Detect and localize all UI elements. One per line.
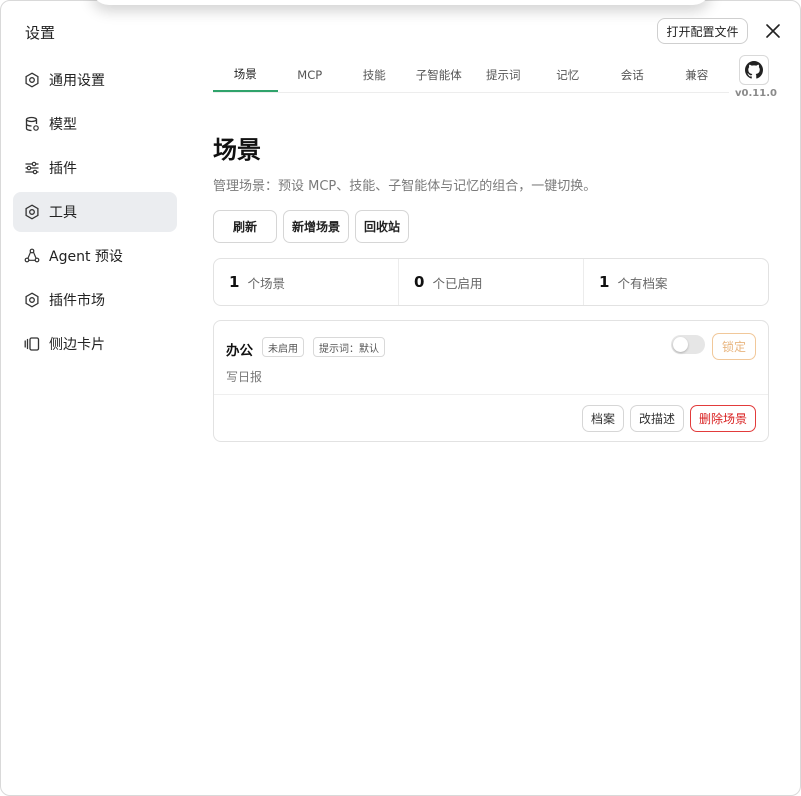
sliders-icon [24,160,40,176]
sidebar-item-label: Agent 预设 [49,249,123,265]
lock-button[interactable]: 锁定 [712,333,756,360]
sidebar-item-plugin-market[interactable]: 插件市场 [13,280,177,320]
status-badge: 未启用 [262,337,304,357]
window-title: 设置 [25,24,56,42]
gear-icon [24,204,40,220]
tab-mcp[interactable]: MCP [278,58,343,92]
refresh-button[interactable]: 刷新 [213,210,277,243]
tab-scenes[interactable]: 场景 [213,58,278,92]
add-scene-button[interactable]: 新增场景 [283,210,349,243]
sidebar-item-agent-preset[interactable]: Agent 预设 [13,236,177,276]
sidebar-item-models[interactable]: 模型 [13,104,177,144]
sidebar: 通用设置 模型 插件 工具 Agent 预设 插件市场 侧边卡片 [13,60,177,368]
agent-icon [24,248,40,264]
github-button[interactable] [739,55,769,85]
stat-label: 个已启用 [432,275,483,291]
tab-memory[interactable]: 记忆 [536,58,601,92]
scene-actions: 档案 改描述 删除场景 [581,405,756,432]
stat-value: 1 [229,273,240,291]
stat-archived: 1 个有档案 [584,259,768,305]
sidebar-item-side-cards[interactable]: 侧边卡片 [13,324,177,364]
tab-sessions[interactable]: 会话 [600,58,665,92]
toggle-knob [673,337,688,352]
stat-label: 个场景 [247,275,285,291]
page-description: 管理场景：预设 MCP、技能、子智能体与记忆的组合，一键切换。 [213,179,597,194]
stat-value: 1 [599,273,610,291]
tab-prompts[interactable]: 提示词 [471,58,536,92]
sidebar-item-label: 通用设置 [49,73,105,89]
scene-description: 写日报 [226,370,263,384]
stat-enabled: 0 个已启用 [399,259,584,305]
page-title: 场景 [213,136,261,164]
card-divider [214,394,768,395]
tab-subagents[interactable]: 子智能体 [407,58,472,92]
tab-skills[interactable]: 技能 [342,58,407,92]
gear-icon [24,292,40,308]
gear-icon [24,72,40,88]
archive-button[interactable]: 档案 [581,405,624,432]
scene-name: 办公 [226,343,253,359]
open-config-button[interactable]: 打开配置文件 [657,18,748,44]
stat-label: 个有档案 [617,275,668,291]
recycle-bin-button[interactable]: 回收站 [355,210,409,243]
delete-scene-button[interactable]: 删除场景 [689,405,756,432]
cards-icon [24,336,40,352]
window-top-shadow [91,0,711,5]
edit-description-button[interactable]: 改描述 [629,405,684,432]
sidebar-item-label: 插件 [49,161,77,177]
database-icon [24,116,40,132]
close-icon [766,24,780,38]
scene-enable-toggle[interactable] [671,335,705,354]
sidebar-item-plugins[interactable]: 插件 [13,148,177,188]
sidebar-item-label: 侧边卡片 [49,337,105,353]
sidebar-item-label: 工具 [49,205,77,221]
action-bar: 刷新 新增场景 回收站 [213,210,409,243]
sidebar-item-tools[interactable]: 工具 [13,192,177,232]
stat-value: 0 [414,273,425,291]
sidebar-item-label: 模型 [49,117,77,133]
prompt-badge: 提示词：默认 [313,337,385,357]
tab-compat[interactable]: 兼容 [665,58,730,92]
tab-bar: 场景 MCP 技能 子智能体 提示词 记忆 会话 兼容 [213,58,729,93]
sidebar-item-general[interactable]: 通用设置 [13,60,177,100]
stat-scenes: 1 个场景 [214,259,399,305]
version-label: v0.11.0 [735,88,777,99]
sidebar-item-label: 插件市场 [49,293,105,309]
close-button[interactable] [763,21,783,41]
github-icon [745,61,763,79]
scene-card: 办公 未启用 提示词：默认 写日报 锁定 档案 改描述 删除场景 [213,320,769,442]
stats-bar: 1 个场景 0 个已启用 1 个有档案 [213,258,769,306]
